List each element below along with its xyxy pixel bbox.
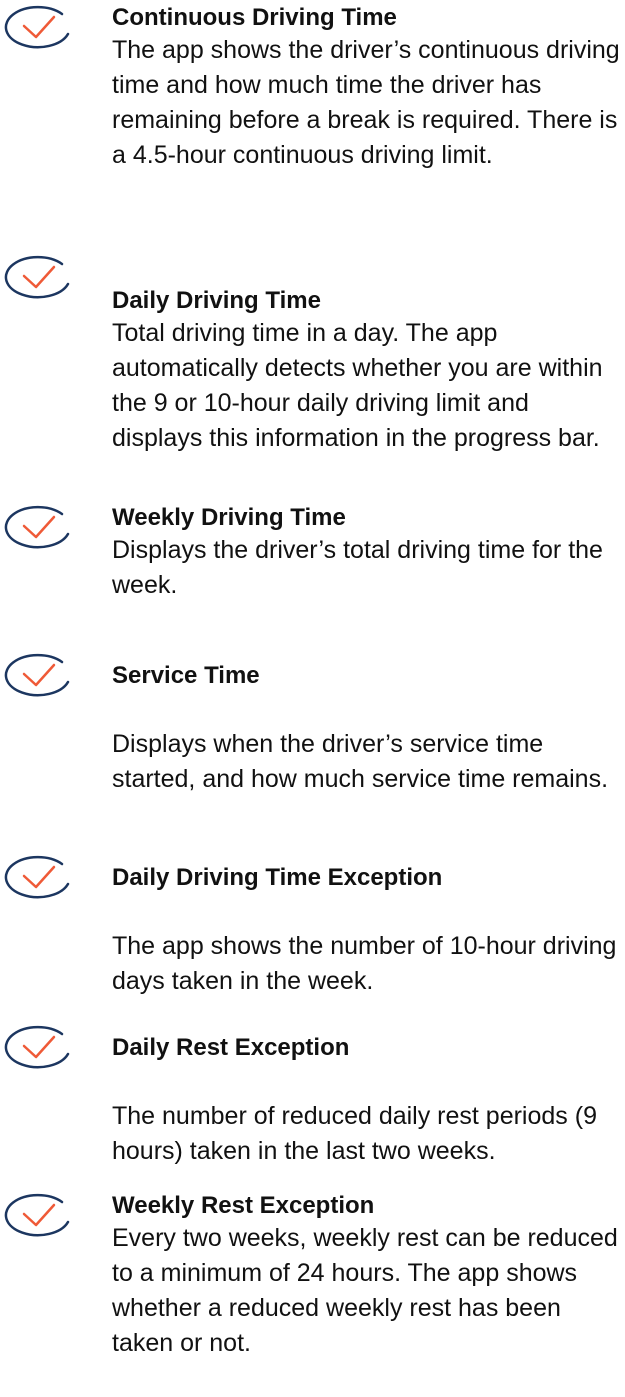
feature-description: Displays the driver’s total driving time… — [112, 536, 603, 599]
feature-description: The app shows the number of 10-hour driv… — [112, 932, 617, 995]
check-circle-icon — [2, 504, 76, 550]
feature-title: Service Time — [112, 662, 260, 689]
feature-description: The number of reduced daily rest periods… — [112, 1102, 597, 1165]
feature-title: Weekly Driving Time — [112, 504, 346, 531]
feature-description: The app shows the driver’s continuous dr… — [112, 36, 620, 169]
check-circle-icon — [2, 652, 76, 698]
feature-list: Continuous Driving Time The app shows th… — [0, 0, 625, 1397]
check-circle-icon — [2, 4, 76, 50]
feature-description: Every two weeks, weekly rest can be redu… — [112, 1224, 618, 1357]
feature-title: Continuous Driving Time — [112, 4, 397, 31]
check-circle-icon — [2, 1192, 76, 1238]
feature-description: Total driving time in a day. The app aut… — [112, 319, 603, 452]
feature-title: Weekly Rest Exception — [112, 1192, 375, 1219]
check-circle-icon — [2, 1024, 76, 1070]
feature-description: Displays when the driver’s service time … — [112, 730, 609, 793]
feature-title: Daily Driving Time Exception — [112, 864, 443, 891]
feature-title: Daily Driving Time — [112, 287, 321, 314]
check-circle-icon — [2, 254, 76, 300]
feature-title: Daily Rest Exception — [112, 1034, 350, 1061]
check-circle-icon — [2, 854, 76, 900]
